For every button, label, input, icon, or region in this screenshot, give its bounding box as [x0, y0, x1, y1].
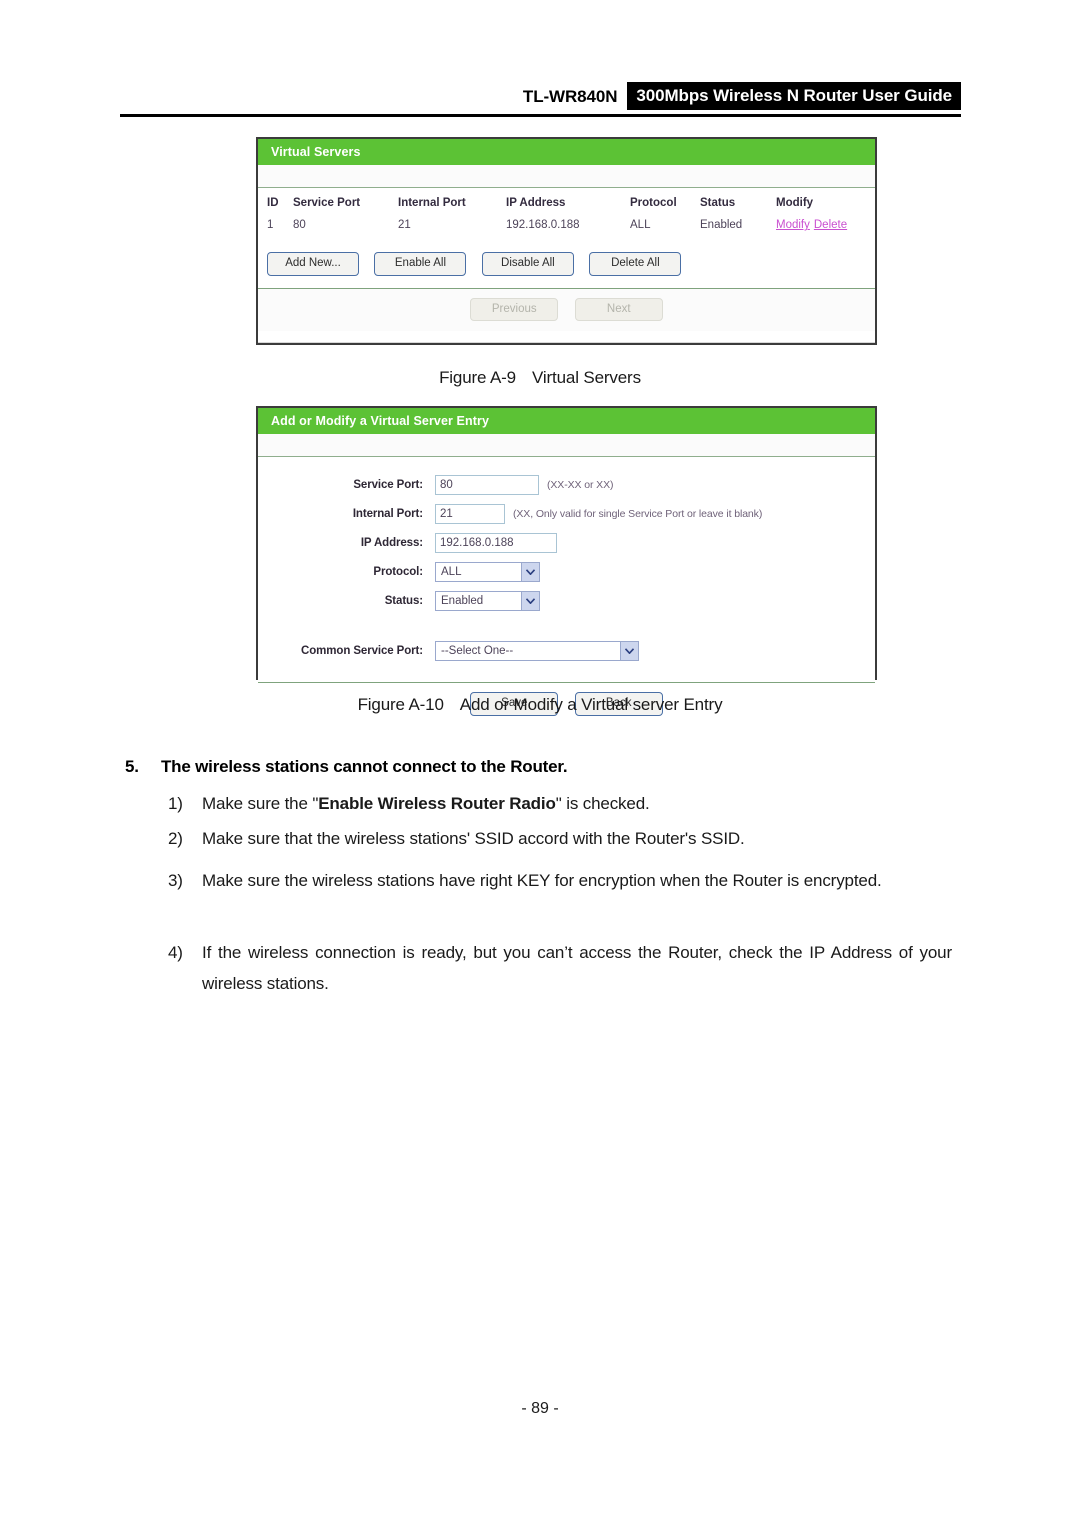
- virtual-servers-table-wrap: ID Service Port Internal Port IP Address…: [258, 188, 875, 288]
- section-heading-text: The wireless stations cannot connect to …: [161, 757, 568, 776]
- list-item: 3) Make sure the wireless stations have …: [168, 865, 951, 896]
- panel-separator: [258, 165, 875, 189]
- column-header-service-port: Service Port: [293, 197, 361, 210]
- ip-address-input[interactable]: [435, 533, 557, 554]
- service-port-label: Service Port:: [353, 479, 423, 492]
- page-header: TL-WR840N 300Mbps Wireless N Router User…: [120, 78, 961, 120]
- previous-button[interactable]: Previous: [470, 297, 559, 322]
- chevron-down-icon: [521, 592, 539, 611]
- delete-link[interactable]: Delete: [814, 219, 847, 231]
- common-service-port-selected-value: --Select One--: [441, 645, 514, 658]
- form-row-ip-address: IP Address:: [258, 533, 875, 554]
- virtual-servers-panel: Virtual Servers ID Service Port Internal…: [256, 137, 877, 345]
- virtual-servers-button-row: Add New... Enable All Disable All Delete…: [258, 238, 875, 288]
- common-service-port-select[interactable]: --Select One--: [435, 641, 639, 662]
- list-item-marker: 3): [168, 871, 183, 890]
- chevron-down-icon: [620, 642, 638, 661]
- column-header-internal-port: Internal Port: [398, 197, 466, 210]
- list-item-text: Make sure that the wireless stations' SS…: [202, 829, 745, 848]
- column-header-modify: Modify: [776, 197, 814, 210]
- table-header-row: ID Service Port Internal Port IP Address…: [258, 188, 875, 216]
- internal-port-hint: (XX, Only valid for single Service Port …: [513, 508, 763, 521]
- header-model: TL-WR840N: [522, 87, 618, 106]
- next-button[interactable]: Next: [574, 297, 663, 322]
- cell-id: 1: [267, 219, 274, 232]
- figure-a9-text: Virtual Servers: [532, 368, 641, 387]
- section-number: 5.: [125, 757, 139, 776]
- form-spacer: [258, 620, 875, 641]
- list-item: 4) If the wireless connection is ready, …: [168, 937, 952, 1000]
- header-rule: [120, 114, 961, 117]
- virtual-servers-table: ID Service Port Internal Port IP Address…: [258, 188, 875, 238]
- entry-panel-separator: [258, 434, 875, 458]
- service-port-input[interactable]: [435, 475, 539, 496]
- list-item-marker: 2): [168, 829, 183, 848]
- list-item-text-after: " is checked.: [555, 794, 650, 813]
- cell-service-port: 80: [293, 219, 306, 232]
- status-selected-value: Enabled: [441, 595, 484, 608]
- cell-protocol: ALL: [630, 219, 651, 232]
- column-header-status: Status: [700, 197, 736, 210]
- delete-all-button[interactable]: Delete All: [589, 252, 682, 276]
- list-item-text: Make sure the wireless stations have rig…: [202, 871, 882, 890]
- form-row-internal-port: Internal Port: (XX, Only valid for singl…: [258, 504, 875, 525]
- figure-a9-caption: Figure A-9 Virtual Servers: [0, 368, 1080, 388]
- cell-status: Enabled: [700, 219, 743, 232]
- list-item: 2) Make sure that the wireless stations'…: [168, 823, 988, 854]
- protocol-select[interactable]: ALL: [435, 562, 540, 583]
- list-item-marker: 4): [168, 943, 183, 962]
- protocol-label: Protocol:: [373, 566, 423, 579]
- figure-a10-caption: Figure A-10 Add or Modify a Virtual serve…: [0, 695, 1080, 715]
- list-item: 1) Make sure the "Enable Wireless Router…: [168, 788, 968, 819]
- modify-link[interactable]: Modify: [776, 219, 810, 231]
- column-header-id: ID: [267, 197, 279, 210]
- disable-all-button[interactable]: Disable All: [481, 252, 574, 276]
- virtual-servers-pager: Previous Next: [258, 287, 875, 332]
- status-select[interactable]: Enabled: [435, 591, 540, 612]
- add-new-button[interactable]: Add New...: [267, 252, 359, 276]
- form-row-protocol: Protocol: ALL: [258, 562, 875, 583]
- enable-all-button[interactable]: Enable All: [374, 252, 467, 276]
- header-title: 300Mbps Wireless N Router User Guide: [627, 82, 961, 110]
- virtual-servers-panel-title: Virtual Servers: [258, 139, 875, 166]
- internal-port-input[interactable]: [435, 504, 505, 525]
- chevron-down-icon: [521, 563, 539, 582]
- cell-internal-port: 21: [398, 219, 411, 232]
- protocol-selected-value: ALL: [441, 566, 462, 579]
- list-item-text: Make sure the "Enable Wireless Router Ra…: [202, 788, 968, 819]
- column-header-protocol: Protocol: [630, 197, 677, 210]
- entry-form: Service Port: (XX-XX or XX) Internal Por…: [258, 457, 875, 683]
- common-service-port-label: Common Service Port:: [301, 645, 423, 658]
- form-row-status: Status: Enabled: [258, 591, 875, 612]
- figure-a10-text: Add or Modify a Virtual server Entry: [459, 695, 723, 714]
- cell-ip-address: 192.168.0.188: [506, 219, 580, 232]
- form-row-common-service-port: Common Service Port: --Select One--: [258, 641, 875, 662]
- list-item-text-bold: Enable Wireless Router Radio: [318, 794, 556, 813]
- add-modify-entry-panel: Add or Modify a Virtual Server Entry Ser…: [256, 406, 877, 726]
- cell-modify-actions: Modify Delete: [776, 216, 875, 238]
- entry-panel-title: Add or Modify a Virtual Server Entry: [258, 408, 875, 435]
- column-header-ip-address: IP Address: [506, 197, 566, 210]
- figure-a9-number: Figure A-9: [439, 368, 516, 387]
- figure-a10-number: Figure A-10: [357, 695, 444, 714]
- list-item-text: If the wireless connection is ready, but…: [202, 943, 952, 994]
- table-row: 1 80 21 192.168.0.188 ALL Enabled Modify…: [258, 216, 875, 238]
- section-heading: 5. The wireless stations cannot connect t…: [125, 757, 568, 777]
- service-port-hint: (XX-XX or XX): [547, 479, 614, 492]
- page-number: - 89 -: [521, 1400, 559, 1417]
- status-label: Status:: [384, 595, 423, 608]
- form-row-service-port: Service Port: (XX-XX or XX): [258, 475, 875, 496]
- list-item-marker: 1): [168, 794, 183, 813]
- list-item-text-before: Make sure the ": [202, 794, 319, 813]
- internal-port-label: Internal Port:: [352, 508, 423, 521]
- ip-address-label: IP Address:: [360, 537, 423, 550]
